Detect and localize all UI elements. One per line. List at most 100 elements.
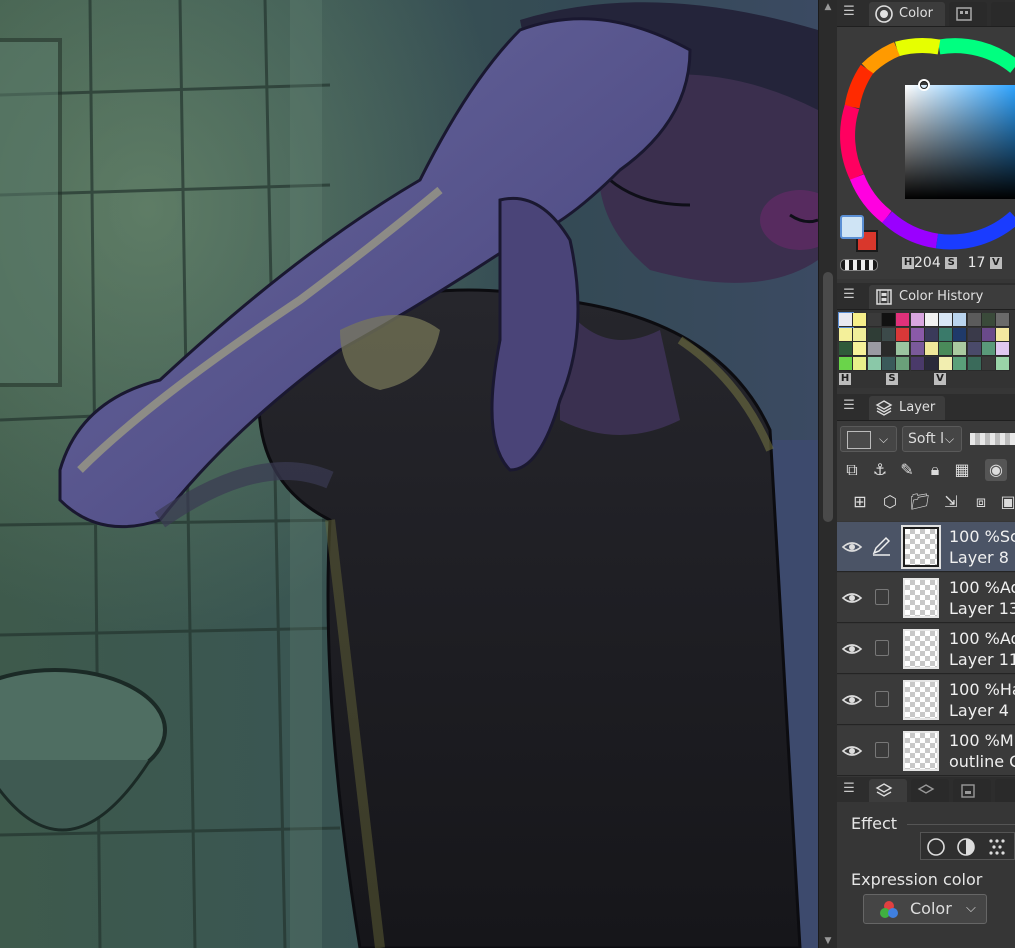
color-swatch[interactable] (853, 342, 868, 356)
layer-row[interactable]: 100 %Ha Layer 4 (837, 675, 1015, 725)
color-swatch[interactable] (881, 356, 896, 371)
eye-icon[interactable] (841, 638, 863, 660)
new-raster-layer-icon[interactable]: ⊞ (849, 491, 871, 513)
pencil-icon[interactable] (870, 535, 892, 557)
panel-menu-icon[interactable]: ☰ (842, 399, 856, 413)
color-swatch[interactable] (996, 342, 1011, 356)
color-swatch[interactable] (967, 356, 982, 371)
color-swatch[interactable] (967, 313, 982, 327)
color-swatch[interactable] (982, 327, 996, 342)
color-swatch[interactable] (881, 342, 896, 356)
color-swatch[interactable] (910, 342, 925, 356)
color-swatch[interactable] (924, 313, 939, 327)
color-swatch[interactable] (996, 356, 1011, 371)
layer-row[interactable]: 100 %Ad Layer 11 (837, 624, 1015, 674)
delete-layer-icon[interactable]: ▣ (997, 491, 1015, 513)
color-swatch[interactable] (838, 312, 854, 328)
tab-layer-property[interactable] (869, 779, 907, 803)
color-swatch[interactable] (839, 356, 853, 371)
color-swatch[interactable] (867, 356, 882, 371)
layer-color-dropdown[interactable]: ⌵ (840, 426, 897, 452)
expression-color-dropdown[interactable]: Color ⌵ (863, 894, 987, 924)
eye-icon[interactable] (841, 587, 863, 609)
color-swatch[interactable] (896, 356, 911, 371)
new-folder-icon[interactable]: 📁︎ (909, 491, 931, 513)
color-swatch[interactable] (910, 356, 925, 371)
border-effect-icon[interactable] (926, 837, 946, 857)
extract-line-icon[interactable] (956, 837, 976, 857)
color-swatch[interactable] (910, 327, 925, 342)
color-swatch[interactable] (939, 313, 954, 327)
scrollbar-thumb[interactable] (823, 272, 833, 522)
tab-layer-search[interactable] (911, 779, 949, 803)
blend-mode-dropdown[interactable]: Soft l ⌵ (902, 426, 962, 452)
color-swatch[interactable] (910, 313, 925, 327)
tab-more[interactable] (991, 2, 1015, 26)
color-swatch[interactable] (939, 342, 954, 356)
hue-value[interactable]: 204 (914, 255, 941, 271)
tab-navigator[interactable] (953, 779, 991, 803)
layer-select-checkbox[interactable] (875, 589, 889, 605)
color-swatch[interactable] (953, 313, 968, 327)
color-swatch[interactable] (982, 356, 996, 371)
new-vector-layer-icon[interactable]: ⬡ (879, 491, 901, 513)
color-swatch[interactable] (881, 313, 896, 327)
color-swatch[interactable] (924, 356, 939, 371)
tab-color-history[interactable]: Color History (869, 285, 1015, 309)
color-swatch[interactable] (867, 327, 882, 342)
color-swatch[interactable] (953, 327, 968, 342)
eye-icon[interactable] (841, 740, 863, 762)
color-swatch[interactable] (839, 327, 853, 342)
tab-color-set[interactable] (949, 2, 987, 26)
panel-menu-icon[interactable]: ☰ (842, 782, 856, 796)
color-swatch[interactable] (881, 327, 896, 342)
color-swatch[interactable] (967, 342, 982, 356)
color-swatch[interactable] (867, 313, 882, 327)
color-swatch[interactable] (896, 327, 911, 342)
tab-more[interactable] (995, 779, 1015, 803)
drawing-canvas[interactable] (0, 0, 818, 948)
color-swatch[interactable] (853, 313, 868, 327)
eye-icon[interactable] (841, 689, 863, 711)
color-swatch[interactable] (967, 327, 982, 342)
color-swatch[interactable] (896, 313, 911, 327)
scroll-up-icon[interactable]: ▲ (819, 0, 837, 14)
merge-layer-icon[interactable]: ⧈ (970, 491, 992, 513)
color-swatch[interactable] (839, 342, 853, 356)
color-swatch[interactable] (982, 342, 996, 356)
scroll-down-icon[interactable]: ▼ (819, 934, 837, 948)
transparent-color-swatch[interactable] (840, 259, 878, 271)
clip-layer-icon[interactable]: ⧉ (841, 459, 863, 481)
color-swatch[interactable] (924, 327, 939, 342)
layer-select-checkbox[interactable] (875, 640, 889, 656)
color-swatch[interactable] (853, 356, 868, 371)
color-swatch[interactable] (896, 342, 911, 356)
color-swatch[interactable] (982, 313, 996, 327)
layer-row[interactable]: 100 %Sc Layer 8 (837, 522, 1015, 572)
color-swatch[interactable] (924, 342, 939, 356)
color-swatch[interactable] (953, 342, 968, 356)
layer-select-checkbox[interactable] (875, 691, 889, 707)
color-swatch[interactable] (939, 327, 954, 342)
tab-layer[interactable]: Layer (869, 396, 945, 420)
color-swatch[interactable] (996, 313, 1011, 327)
color-swatch[interactable] (939, 356, 954, 371)
color-swatch[interactable] (853, 327, 868, 342)
color-swatch[interactable] (953, 356, 968, 371)
color-swatch[interactable] (996, 327, 1011, 342)
reference-layer-icon[interactable]: ⚓ (869, 459, 891, 481)
saturation-value[interactable]: 17 (968, 255, 986, 271)
tone-icon[interactable] (987, 837, 1007, 857)
layer-row[interactable]: 100 %Ad Layer 13 (837, 573, 1015, 623)
draft-layer-icon[interactable]: ✎ (896, 459, 918, 481)
layer-row[interactable]: 100 %M outline C (837, 726, 1015, 776)
transfer-to-lower-layer-icon[interactable]: ⇲ (940, 491, 962, 513)
lock-transparency-icon[interactable]: ▦ (951, 459, 973, 481)
panel-menu-icon[interactable]: ☰ (842, 5, 856, 19)
color-swatch[interactable] (867, 342, 882, 356)
panel-menu-icon[interactable]: ☰ (842, 288, 856, 302)
eye-icon[interactable] (841, 536, 863, 558)
main-color-swatch[interactable] (840, 215, 864, 239)
layer-select-checkbox[interactable] (875, 742, 889, 758)
mask-icon[interactable]: ◉ (985, 459, 1007, 481)
